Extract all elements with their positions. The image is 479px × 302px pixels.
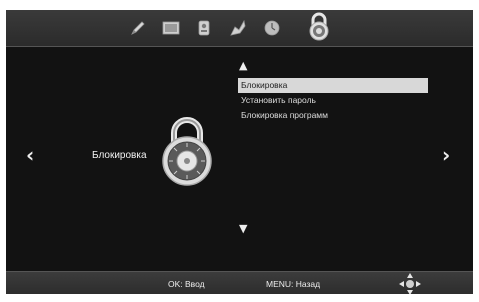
clock-icon[interactable]: [260, 17, 284, 39]
lock-menu-list: Блокировка Установить пароль Блокировка …: [238, 78, 428, 123]
scroll-up-icon[interactable]: ▲: [239, 59, 247, 72]
tv-frame: ‹ › Блокировка ▲ Блокировка Установить п…: [0, 0, 479, 302]
navigation-arrows-icon: [398, 272, 422, 294]
main-panel: ‹ › Блокировка ▲ Блокировка Установить п…: [6, 47, 473, 271]
bottom-hints-bar: OK: Ввод MENU: Назад: [6, 271, 473, 294]
left-arrow-icon[interactable]: ‹: [26, 143, 34, 167]
tv-screen: ‹ › Блокировка ▲ Блокировка Установить п…: [6, 10, 473, 294]
menu-item-program-lock[interactable]: Блокировка программ: [238, 108, 428, 123]
picture-icon[interactable]: [159, 17, 183, 39]
scroll-down-icon[interactable]: ▼: [239, 222, 247, 235]
settings-icon[interactable]: [226, 17, 250, 39]
top-menu-bar: [6, 10, 473, 47]
combination-lock-icon: [158, 115, 216, 187]
right-arrow-icon[interactable]: ›: [442, 143, 450, 167]
lock-icon[interactable]: [304, 12, 334, 42]
menu-item-set-password[interactable]: Установить пароль: [238, 93, 428, 108]
menu-hint: MENU: Назад: [266, 279, 321, 289]
channel-list-icon[interactable]: [192, 17, 216, 39]
ok-hint: OK: Ввод: [168, 279, 205, 289]
page-title: Блокировка: [92, 150, 147, 161]
menu-item-lock[interactable]: Блокировка: [238, 78, 428, 93]
pencil-icon[interactable]: [126, 17, 150, 39]
